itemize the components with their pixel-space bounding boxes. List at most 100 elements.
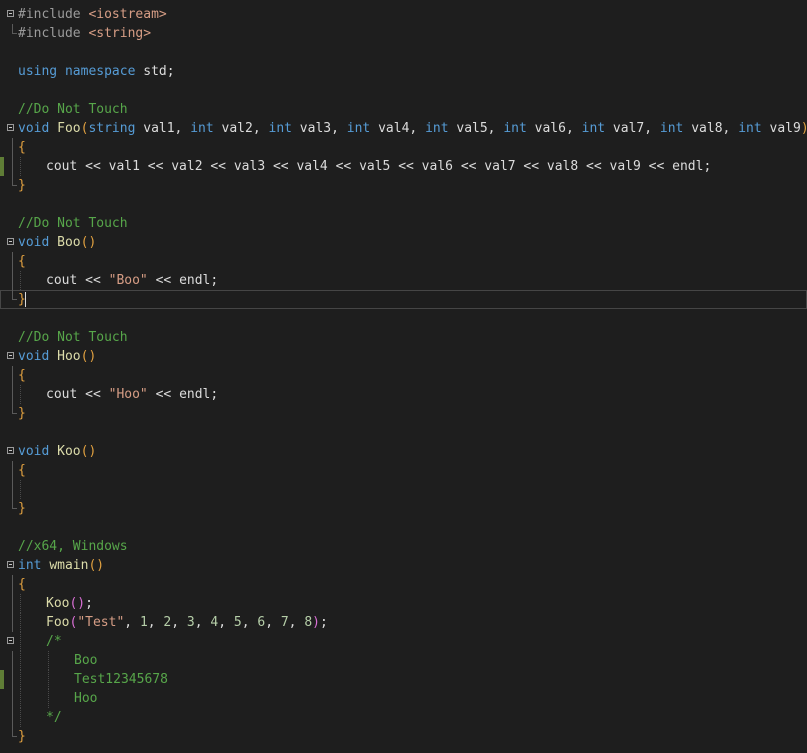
code-line[interactable]: {: [0, 138, 807, 157]
code-line[interactable]: Koo();: [0, 594, 807, 613]
token-plain: ;: [319, 615, 328, 630]
token-plain: val3,: [291, 121, 347, 136]
collapse-toggle-icon[interactable]: [7, 124, 14, 131]
indent-guide: [20, 594, 22, 613]
gutter: [0, 119, 18, 138]
change-marker: [0, 157, 4, 176]
token-brace: {: [18, 368, 26, 383]
token-include: <iostream>: [88, 7, 167, 22]
code-line[interactable]: Boo: [0, 651, 807, 670]
code-line[interactable]: }: [0, 404, 807, 423]
token-function: Koo: [46, 596, 70, 611]
gutter: [0, 233, 18, 252]
gutter: [0, 328, 18, 347]
text-cursor: [25, 292, 26, 307]
code-line[interactable]: int wmain(): [0, 556, 807, 575]
gutter: [0, 727, 18, 746]
code-text: Boo: [18, 651, 97, 670]
token-brace: }: [18, 406, 26, 421]
gutter: [0, 480, 18, 499]
token-comment: //Do Not Touch: [18, 216, 128, 231]
code-line[interactable]: [0, 423, 807, 442]
code-line[interactable]: {: [0, 461, 807, 480]
gutter: [0, 24, 18, 43]
code-line[interactable]: }: [0, 499, 807, 518]
code-line[interactable]: */: [0, 708, 807, 727]
code-line[interactable]: Test12345678: [0, 670, 807, 689]
collapse-toggle-icon[interactable]: [7, 637, 14, 644]
token-number: 8: [304, 615, 313, 630]
code-line[interactable]: cout << val1 << val2 << val3 << val4 << …: [0, 157, 807, 176]
token-keyword: int: [659, 121, 684, 136]
token-plain: ,: [171, 615, 187, 630]
token-brace: }: [18, 178, 26, 193]
code-line[interactable]: [0, 309, 807, 328]
indent-guide: [20, 480, 22, 499]
token-include: <string>: [88, 26, 152, 41]
indent-guide: [20, 670, 22, 689]
fold-guide: [12, 461, 13, 480]
token-plain: val9: [761, 121, 801, 136]
token-keyword: int: [425, 121, 449, 136]
code-text: {: [18, 575, 26, 594]
code-line[interactable]: void Koo(): [0, 442, 807, 461]
gutter: [0, 195, 18, 214]
token-plain: ,: [265, 615, 281, 630]
token-brace: {: [18, 577, 26, 592]
code-line[interactable]: {: [0, 366, 807, 385]
fold-guide: [12, 594, 13, 613]
collapse-toggle-icon[interactable]: [7, 447, 14, 454]
code-text: Foo("Test", 1, 2, 3, 4, 5, 6, 7, 8);: [18, 613, 328, 632]
token-function: Foo: [46, 615, 70, 630]
code-line[interactable]: void Foo(string val1, int val2, int val3…: [0, 119, 807, 138]
collapse-toggle-icon[interactable]: [7, 238, 14, 245]
code-line[interactable]: //x64, Windows: [0, 537, 807, 556]
code-text: [18, 480, 46, 499]
gutter: [0, 499, 18, 518]
gutter: [0, 176, 18, 195]
token-keyword: void: [18, 444, 50, 459]
token-comment: */: [46, 710, 62, 725]
code-line[interactable]: void Boo(): [0, 233, 807, 252]
code-line[interactable]: }: [0, 176, 807, 195]
code-line[interactable]: [0, 43, 807, 62]
code-line[interactable]: Foo("Test", 1, 2, 3, 4, 5, 6, 7, 8);: [0, 613, 807, 632]
code-line[interactable]: //Do Not Touch: [0, 100, 807, 119]
code-editor[interactable]: #include <iostream> #include <string> usin…: [0, 0, 807, 753]
code-line[interactable]: [0, 480, 807, 499]
gutter: [0, 290, 18, 309]
code-line[interactable]: [0, 518, 807, 537]
code-line[interactable]: cout << "Boo" << endl;: [0, 271, 807, 290]
gutter: [0, 575, 18, 594]
code-line[interactable]: //Do Not Touch: [0, 214, 807, 233]
code-line[interactable]: [0, 195, 807, 214]
code-line[interactable]: cout << "Hoo" << endl;: [0, 385, 807, 404]
code-line[interactable]: #include <iostream>: [0, 5, 807, 24]
code-line[interactable]: /*: [0, 632, 807, 651]
collapse-toggle-icon[interactable]: [7, 352, 14, 359]
code-line[interactable]: #include <string>: [0, 24, 807, 43]
token-number: 6: [257, 615, 266, 630]
code-line[interactable]: {: [0, 252, 807, 271]
code-line[interactable]: void Hoo(): [0, 347, 807, 366]
code-line[interactable]: Hoo: [0, 689, 807, 708]
fold-guide: [12, 252, 13, 271]
code-line[interactable]: [0, 81, 807, 100]
token-plain: val7,: [605, 121, 660, 136]
indent-guide: [20, 708, 22, 727]
gutter: [0, 423, 18, 442]
collapse-toggle-icon[interactable]: [7, 10, 14, 17]
code-line[interactable]: //Do Not Touch: [0, 328, 807, 347]
code-line[interactable]: }: [0, 727, 807, 746]
code-text: {: [18, 366, 26, 385]
code-line[interactable]: using namespace std;: [0, 62, 807, 81]
code-line[interactable]: {: [0, 575, 807, 594]
gutter: [0, 670, 18, 689]
fold-guide: [12, 24, 17, 34]
token-plain: endl: [672, 159, 704, 174]
collapse-toggle-icon[interactable]: [7, 561, 14, 568]
code-line[interactable]: }: [0, 290, 807, 309]
gutter: [0, 613, 18, 632]
code-text: //x64, Windows: [18, 537, 128, 556]
